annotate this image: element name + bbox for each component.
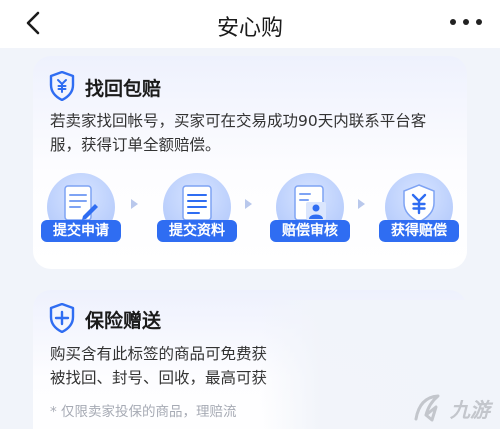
card-description: 若卖家找回帐号，买家可在交易成功90天内联系平台客服，获得订单全额赔偿。 <box>50 112 427 154</box>
step-submit-application: 提交申请 <box>37 168 125 263</box>
step-compensation-review: 赔偿审核 <box>266 168 354 263</box>
step-arrow-icon <box>245 199 252 209</box>
yuan-shield-icon <box>49 71 75 101</box>
step-submit-materials: 提交资料 <box>153 168 241 263</box>
more-options-button[interactable] <box>450 14 482 30</box>
page-title: 安心购 <box>216 16 283 41</box>
plus-shield-icon <box>49 303 75 333</box>
card-title: 找回包赔 <box>85 78 162 100</box>
more-dot-icon <box>476 19 482 25</box>
step-label: 赔偿审核 <box>270 220 350 242</box>
card-description: 被找回、封号、回收，最高可获 <box>50 369 268 387</box>
recover-compensation-card: 找回包赔 若卖家找回帐号，买家可在交易成功90天内联系平台客服，获得订单全额赔偿… <box>33 56 467 269</box>
watermark-text: 九游 <box>450 397 490 422</box>
top-nav-bar: 安心购 <box>0 0 500 48</box>
claim-steps: 提交申请 提交资料 赔偿审核 获得赔偿 <box>33 168 467 263</box>
step-receive-compensation: 获得赔偿 <box>375 168 463 263</box>
step-label: 获得赔偿 <box>379 220 459 242</box>
step-label: 提交资料 <box>157 220 237 242</box>
watermark-logo-icon <box>414 394 440 422</box>
step-label: 提交申请 <box>41 220 121 242</box>
card-title: 保险赠送 <box>85 310 162 332</box>
card-description: 购买含有此标签的商品可免费获 <box>50 345 268 363</box>
step-arrow-icon <box>358 199 365 209</box>
step-arrow-icon <box>131 199 138 209</box>
watermark: 九游 <box>412 393 490 423</box>
more-dot-icon <box>450 19 456 25</box>
more-dot-icon <box>463 19 469 25</box>
